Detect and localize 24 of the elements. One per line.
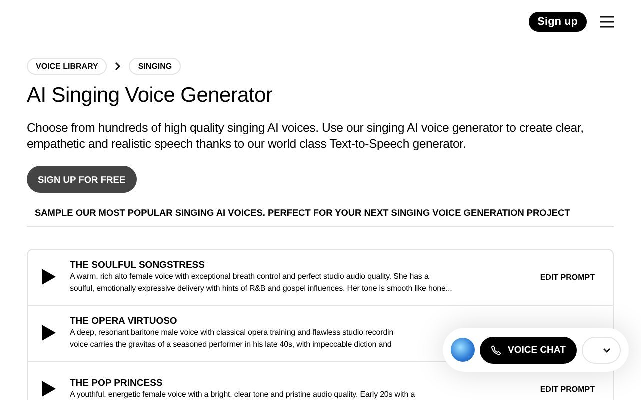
voice-description: A deep, resonant baritone male voice with classical opera training and flawless studio recordin voice carries the gravitas of a seasoned performer in his late 40s, with impeccable diction and: [70, 327, 394, 350]
chevron-down-icon: [603, 348, 611, 352]
play-icon[interactable]: [42, 325, 56, 341]
voice-name: THE POP PRINCESS: [70, 378, 164, 389]
chevron-right-icon: [115, 62, 122, 71]
intro-text: Choose from hundreds of high quality singing AI voices. Use our singing AI voice generator to create clear, empathetic and realistic speech thanks to our world class Text-to-Speech generator.: [27, 120, 585, 152]
edit-prompt-link[interactable]: EDIT PROMPT: [540, 384, 595, 394]
voice-chat-button[interactable]: VOICE CHAT: [480, 336, 577, 364]
voice-description: A warm, rich alto female voice with exceptional breath control and perfect studio audio quality. She has a soulful, emotionally expressive delivery with hints of R&B and gospel influences. Her tone is smooth like hone...: [70, 271, 452, 294]
voice-name: THE OPERA VIRTUOSO: [70, 316, 178, 327]
phone-icon: [491, 344, 502, 356]
menu-icon[interactable]: [599, 16, 615, 28]
play-icon[interactable]: [42, 381, 56, 397]
edit-prompt-link[interactable]: EDIT PROMPT: [540, 272, 595, 282]
voice-name: THE SOULFUL SONGSTRESS: [70, 260, 206, 271]
play-icon[interactable]: [42, 269, 56, 285]
sign-up-button[interactable]: Sign up: [528, 12, 587, 32]
breadcrumb-link[interactable]: SINGING: [129, 58, 182, 75]
breadcrumb-link[interactable]: VOICE LIBRARY: [27, 58, 108, 75]
page-title: AI Singing Voice Generator: [27, 84, 274, 108]
section-heading: SAMPLE OUR MOST POPULAR SINGING AI VOICES. PERFECT FOR YOUR NEXT SINGING VOICE GENERATION PROJECT: [27, 197, 614, 227]
orb-icon: [451, 338, 475, 362]
voice-description: A youthful, energetic female voice with a bright, clear tone and pristine audio quality. Early 20s with a: [70, 388, 416, 400]
sign-up-free-button[interactable]: SIGN UP FOR FREE: [27, 166, 137, 193]
